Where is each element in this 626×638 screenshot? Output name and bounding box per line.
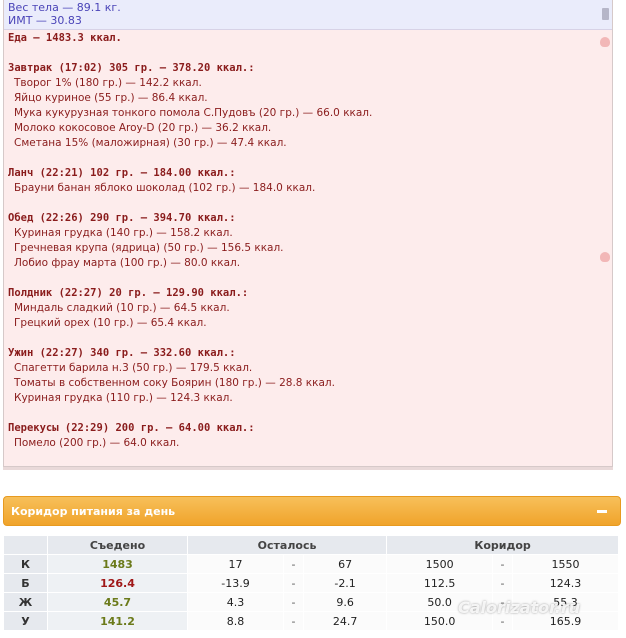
eaten-value: 126.4: [47, 573, 188, 593]
food-item[interactable]: Брауни банан яблоко шоколад (102 гр.) — …: [14, 182, 315, 194]
eaten-value: 141.2: [47, 611, 188, 631]
food-item[interactable]: Творог 1% (180 гр.) — 142.2 ккал.: [14, 77, 202, 89]
food-diary-panel: Вес тела — 89.1 кг. ИМТ — 30.83 Еда — 14…: [3, 0, 613, 467]
panel-bottom-bar: [3, 467, 613, 470]
remaining-low: -13.9: [186, 573, 285, 593]
col-empty: [3, 535, 48, 555]
food-item[interactable]: Молоко кокосовое Aroy-D (20 гр.) — 36.2 …: [14, 122, 271, 134]
corridor-high: 124.3: [512, 573, 619, 593]
food-item[interactable]: Помело (200 гр.) — 64.0 ккал.: [14, 437, 179, 449]
col-eaten: Съедено: [47, 535, 188, 555]
meal-header[interactable]: Ужин (22:27) 340 гр. — 332.60 ккал.:: [8, 347, 236, 359]
range-dash: -: [492, 573, 514, 593]
food-total: Еда — 1483.3 ккал.: [8, 32, 122, 44]
row-label: Б: [3, 573, 48, 593]
meal-header[interactable]: Завтрак (17:02) 305 гр. — 378.20 ккал.:: [8, 62, 255, 74]
row-label: У: [3, 611, 48, 631]
remaining-high: 24.7: [303, 611, 388, 631]
remaining-low: 17: [186, 554, 285, 574]
food-item[interactable]: Сметана 15% (маложирная) (30 гр.) — 47.4…: [14, 137, 287, 149]
meal-header[interactable]: Ланч (22:21) 102 гр. — 184.00 ккал.:: [8, 167, 236, 179]
food-item[interactable]: Томаты в собственном соку Боярин (180 гр…: [14, 377, 335, 389]
row-label: Ж: [3, 592, 48, 612]
body-stats: Вес тела — 89.1 кг. ИМТ — 30.83: [4, 0, 612, 30]
col-corridor: Коридор: [386, 535, 619, 555]
remaining-high: 9.6: [303, 592, 388, 612]
remaining-high: 67: [303, 554, 388, 574]
remaining-high: -2.1: [303, 573, 388, 593]
food-item[interactable]: Гречневая крупа (ядрица) (50 гр.) — 156.…: [14, 242, 284, 254]
scrollbar-thumb[interactable]: [602, 8, 609, 20]
corridor-title: Коридор питания за день: [11, 505, 176, 518]
bmi-value: ИМТ — 30.83: [8, 14, 82, 27]
food-item[interactable]: Грецкий орех (10 гр.) — 65.4 ккал.: [14, 317, 207, 329]
food-item[interactable]: Лобио фрау марта (100 гр.) — 80.0 ккал.: [14, 257, 240, 269]
hand-pointer-icon: [600, 37, 610, 47]
range-dash: -: [283, 554, 305, 574]
corridor-table: Съедено Осталось Коридор К 1483 17-67 1500-…: [3, 535, 619, 638]
collapse-button[interactable]: [597, 510, 607, 513]
meal-header[interactable]: Полдник (22:27) 20 гр. — 129.90 ккал.:: [8, 287, 248, 299]
food-item[interactable]: Куриная грудка (140 гр.) — 158.2 ккал.: [14, 227, 233, 239]
food-item[interactable]: Куриная грудка (110 гр.) — 124.3 ккал.: [14, 392, 233, 404]
table-row: К 1483 17-67 1500-1550: [3, 554, 619, 574]
row-label: К: [3, 554, 48, 574]
site-watermark: Calorizator.ru: [458, 598, 581, 617]
range-dash: -: [492, 554, 514, 574]
food-item[interactable]: Мука кукурузная тонкого помола С.Пудовъ …: [14, 107, 372, 119]
range-dash: -: [283, 611, 305, 631]
corridor-low: 1500: [386, 554, 494, 574]
range-dash: -: [283, 573, 305, 593]
eaten-value: 1483: [47, 554, 188, 574]
food-item[interactable]: Яйцо куриное (55 гр.) — 86.4 ккал.: [14, 92, 208, 104]
hand-pointer-icon: [600, 252, 610, 262]
table-row: Б 126.4 -13.9- -2.1 112.5-124.3: [3, 573, 619, 593]
remaining-low: 4.3: [186, 592, 285, 612]
meal-header[interactable]: Перекусы (22:29) 200 гр. — 64.00 ккал.:: [8, 422, 255, 434]
food-item[interactable]: Миндаль сладкий (10 гр.) — 64.5 ккал.: [14, 302, 230, 314]
eaten-value: 45.7: [47, 592, 188, 612]
range-dash: -: [283, 592, 305, 612]
corridor-panel-header: Коридор питания за день: [3, 496, 621, 526]
body-weight: Вес тела — 89.1 кг.: [8, 1, 121, 14]
corridor-high: 1550: [512, 554, 619, 574]
meal-header[interactable]: Обед (22:26) 290 гр. — 394.70 ккал.:: [8, 212, 236, 224]
food-item[interactable]: Спагетти барила н.3 (50 гр.) — 179.5 кка…: [14, 362, 252, 374]
col-remaining: Осталось: [186, 535, 388, 555]
corridor-low: 112.5: [386, 573, 494, 593]
remaining-low: 8.8: [186, 611, 285, 631]
